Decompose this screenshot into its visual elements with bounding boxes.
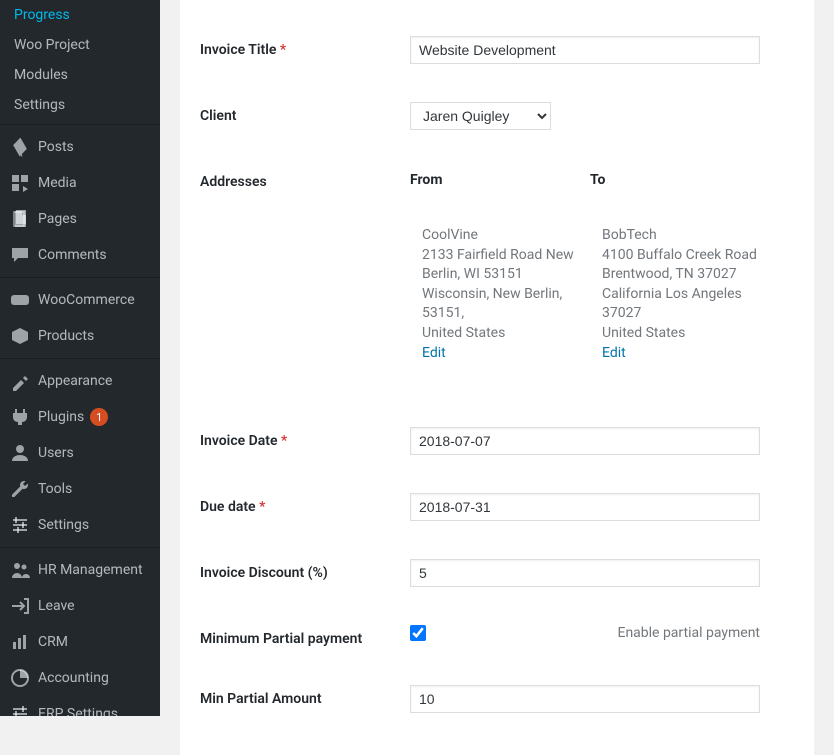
sidebar-label: Posts: [38, 139, 74, 155]
sidebar-item-erp-settings[interactable]: ERP Settings: [0, 696, 160, 716]
from-line2: Wisconsin, New Berlin, 53151,: [422, 285, 590, 324]
media-icon: [10, 173, 30, 193]
sidebar-item-users[interactable]: Users: [0, 435, 160, 471]
products-icon: [10, 326, 30, 346]
pages-icon: [10, 209, 30, 229]
settings-icon: [10, 515, 30, 535]
to-address-col: To BobTech 4100 Buffalo Creek Road Brent…: [590, 172, 770, 363]
sidebar-sub-modules[interactable]: Modules: [0, 60, 160, 90]
sidebar-sub-settings[interactable]: Settings: [0, 90, 160, 120]
from-name: CoolVine: [422, 226, 590, 246]
from-line3: United States: [422, 324, 590, 344]
comments-icon: [10, 245, 30, 265]
to-line3: United States: [602, 324, 770, 344]
row-min-partial-amount: Min Partial Amount: [200, 669, 794, 735]
admin-sidebar: Progress Woo Project Modules Settings Po…: [0, 0, 160, 716]
min-partial-amount-input[interactable]: [410, 685, 760, 713]
sidebar-item-media[interactable]: Media: [0, 165, 160, 201]
required-marker: *: [259, 499, 265, 515]
sidebar-label: Pages: [38, 211, 77, 227]
users-icon: [10, 443, 30, 463]
invoice-title-input[interactable]: [410, 36, 760, 64]
to-name: BobTech: [602, 226, 770, 246]
sidebar-label: WooCommerce: [38, 292, 135, 308]
row-addresses: Addresses From CoolVine 2133 Fairfield R…: [200, 152, 794, 411]
sidebar-item-pages[interactable]: Pages: [0, 201, 160, 237]
sidebar-label: HR Management: [38, 562, 143, 578]
addresses-label: Addresses: [200, 174, 267, 190]
row-client: Client Jaren Quigley: [200, 86, 794, 152]
appearance-icon: [10, 371, 30, 391]
to-line2: California Los Angeles 37027: [602, 285, 770, 324]
sidebar-label: Media: [38, 175, 77, 191]
row-invoice-date: Invoice Date *: [200, 411, 794, 477]
plugins-update-badge: 1: [90, 408, 108, 426]
required-marker: *: [280, 42, 286, 58]
sidebar-label: Appearance: [38, 373, 112, 389]
due-date-label: Due date: [200, 499, 256, 515]
sidebar-label: Plugins: [38, 409, 84, 425]
due-date-input[interactable]: [410, 493, 760, 521]
sidebar-item-hr[interactable]: HR Management: [0, 552, 160, 588]
erp-settings-icon: [10, 704, 30, 716]
sidebar-sub-woo-project[interactable]: Woo Project: [0, 30, 160, 60]
invoice-form-panel: Invoice Title * Client Jaren Quigley Add…: [180, 0, 814, 755]
sidebar-item-comments[interactable]: Comments: [0, 237, 160, 273]
sidebar-label: ERP Settings: [38, 706, 118, 716]
sidebar-item-posts[interactable]: Posts: [0, 129, 160, 165]
sidebar-label: Tools: [38, 481, 72, 497]
pin-icon: [10, 137, 30, 157]
woocommerce-icon: [10, 290, 30, 310]
sidebar-item-appearance[interactable]: Appearance: [0, 363, 160, 399]
from-address-col: From CoolVine 2133 Fairfield Road New Be…: [410, 172, 590, 363]
sidebar-submenu: Progress Woo Project Modules Settings: [0, 0, 160, 120]
to-line1: 4100 Buffalo Creek Road Brentwood, TN 37…: [602, 246, 770, 285]
sidebar-label: Users: [38, 445, 74, 461]
sidebar-item-crm[interactable]: CRM: [0, 624, 160, 660]
min-partial-hint: Enable partial payment: [617, 625, 760, 641]
row-min-partial: Minimum Partial payment Enable partial p…: [200, 609, 794, 669]
sidebar-label: Products: [38, 328, 94, 344]
sidebar-item-tools[interactable]: Tools: [0, 471, 160, 507]
sidebar-item-plugins[interactable]: Plugins 1: [0, 399, 160, 435]
sidebar-label: Settings: [38, 517, 89, 533]
sidebar-sub-progress[interactable]: Progress: [0, 0, 160, 30]
required-marker: *: [281, 433, 287, 449]
hr-icon: [10, 560, 30, 580]
main-content: Invoice Title * Client Jaren Quigley Add…: [160, 0, 834, 716]
sidebar-item-accounting[interactable]: Accounting: [0, 660, 160, 696]
plugins-icon: [10, 407, 30, 427]
discount-label: Invoice Discount (%): [200, 565, 328, 581]
invoice-title-label: Invoice Title: [200, 42, 276, 58]
to-heading: To: [590, 172, 770, 188]
sidebar-label: Leave: [38, 598, 75, 614]
min-partial-label: Minimum Partial payment: [200, 631, 362, 647]
discount-input[interactable]: [410, 559, 760, 587]
client-label: Client: [200, 108, 236, 124]
leave-icon: [10, 596, 30, 616]
from-line1: 2133 Fairfield Road New Berlin, WI 53151: [422, 246, 590, 285]
tools-icon: [10, 479, 30, 499]
row-invoice-title: Invoice Title *: [200, 20, 794, 86]
sidebar-label: Accounting: [38, 670, 109, 686]
from-edit-link[interactable]: Edit: [422, 345, 446, 361]
sidebar-item-woocommerce[interactable]: WooCommerce: [0, 282, 160, 318]
sidebar-label: Comments: [38, 247, 107, 263]
from-heading: From: [410, 172, 590, 188]
row-discount: Invoice Discount (%): [200, 543, 794, 609]
crm-icon: [10, 632, 30, 652]
invoice-date-input[interactable]: [410, 427, 760, 455]
accounting-icon: [10, 668, 30, 688]
sidebar-item-settings[interactable]: Settings: [0, 507, 160, 543]
min-partial-amount-label: Min Partial Amount: [200, 691, 322, 707]
sidebar-item-products[interactable]: Products: [0, 318, 160, 354]
sidebar-item-leave[interactable]: Leave: [0, 588, 160, 624]
row-due-date: Due date *: [200, 477, 794, 543]
sidebar-label: CRM: [38, 634, 68, 650]
to-edit-link[interactable]: Edit: [602, 345, 626, 361]
invoice-date-label: Invoice Date: [200, 433, 278, 449]
min-partial-checkbox[interactable]: [410, 625, 426, 641]
client-select[interactable]: Jaren Quigley: [410, 102, 551, 130]
